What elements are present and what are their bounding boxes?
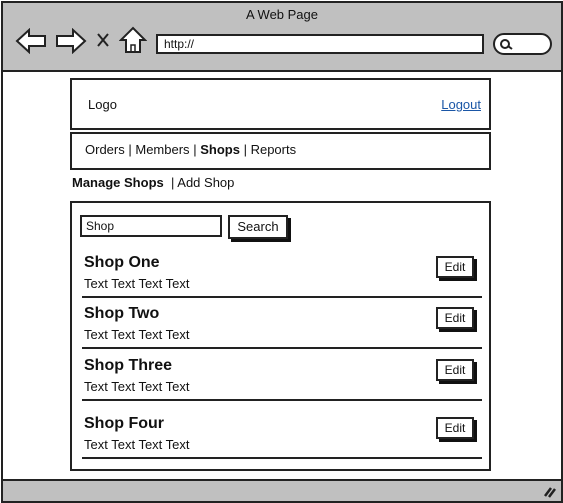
shop-description: Text Text Text Text (84, 327, 190, 342)
shop-name: Shop Three (84, 357, 173, 374)
divider (82, 457, 482, 459)
home-icon[interactable] (119, 26, 147, 54)
shop-name: Shop Two (84, 305, 160, 322)
browser-search-field[interactable] (493, 33, 552, 55)
nav-members[interactable]: Members (135, 142, 189, 157)
resize-grip-icon[interactable] (543, 484, 557, 498)
stop-x-icon[interactable] (96, 32, 110, 48)
shop-name: Shop One (84, 254, 160, 271)
status-bar (3, 479, 561, 501)
main-nav: Orders | Members | Shops | Reports (70, 132, 491, 170)
logo: Logo (88, 97, 117, 112)
edit-button[interactable]: Edit (436, 307, 474, 329)
forward-arrow-icon[interactable] (55, 28, 87, 54)
shop-description: Text Text Text Text (84, 437, 190, 452)
search-icon (500, 39, 513, 50)
divider (82, 399, 482, 401)
shops-panel: Shop Search Shop One Text Text Text Text… (70, 201, 491, 471)
nav-separator: | (128, 142, 132, 157)
shop-description: Text Text Text Text (84, 379, 190, 394)
shop-name: Shop Four (84, 415, 164, 432)
nav-separator: | (193, 142, 197, 157)
add-shop-link[interactable]: Add Shop (177, 175, 234, 190)
page-header: Logo Logout (70, 78, 491, 130)
back-arrow-icon[interactable] (15, 28, 47, 54)
edit-button[interactable]: Edit (436, 417, 474, 439)
nav-shops[interactable]: Shops (200, 142, 240, 157)
browser-toolbar: A Web Page http:// (3, 3, 561, 72)
address-bar[interactable]: http:// (156, 34, 484, 54)
manage-shops-link[interactable]: Manage Shops (72, 175, 164, 190)
nav-orders[interactable]: Orders (85, 142, 125, 157)
sub-nav: Manage Shops | Add Shop (72, 175, 234, 190)
nav-separator: | (243, 142, 247, 157)
edit-button[interactable]: Edit (436, 359, 474, 381)
shop-search-input[interactable]: Shop (80, 215, 222, 237)
divider (82, 296, 482, 298)
logout-link[interactable]: Logout (441, 97, 481, 112)
edit-button[interactable]: Edit (436, 256, 474, 278)
window-title: A Web Page (245, 7, 319, 22)
divider (82, 347, 482, 349)
subnav-separator: | (170, 175, 175, 190)
search-button[interactable]: Search (228, 215, 288, 239)
nav-reports[interactable]: Reports (251, 142, 297, 157)
shop-description: Text Text Text Text (84, 276, 190, 291)
